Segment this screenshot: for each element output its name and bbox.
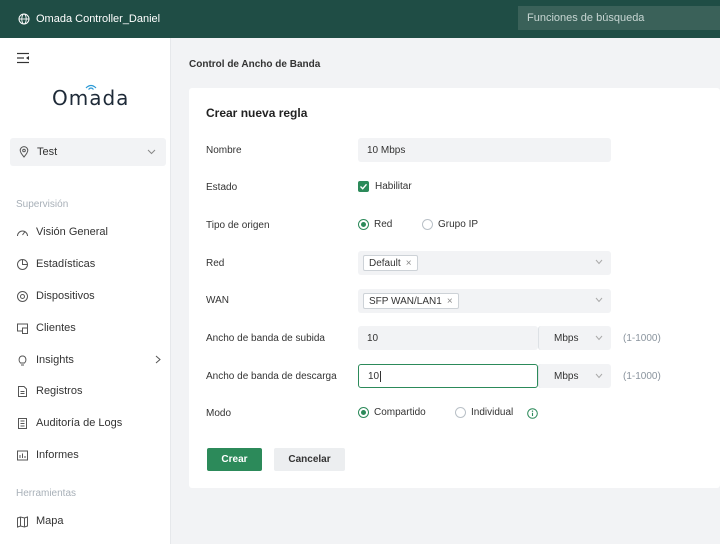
- collapse-menu-icon[interactable]: [16, 52, 30, 64]
- site-name: Test: [37, 146, 58, 158]
- source-type-radio-network[interactable]: Red: [358, 219, 392, 230]
- radio-label: Grupo IP: [438, 219, 479, 230]
- status-label: Estado: [206, 182, 238, 193]
- location-pin-icon: [19, 146, 29, 158]
- map-icon: [17, 515, 28, 528]
- globe-icon: [18, 13, 30, 25]
- site-selector[interactable]: Test: [10, 138, 166, 166]
- mode-radio-shared[interactable]: Compartido: [358, 407, 426, 418]
- upload-range: (1-1000): [623, 333, 661, 344]
- radio-label: Red: [374, 219, 393, 230]
- audit-log-icon: [18, 417, 27, 429]
- cancel-button[interactable]: Cancelar: [274, 448, 345, 471]
- chevron-down-icon: [595, 259, 603, 265]
- chevron-down-icon: [147, 149, 156, 155]
- radio-selected-icon: [358, 407, 369, 418]
- radio-unselected-icon: [455, 407, 466, 418]
- download-unit-value: Mbps: [554, 370, 579, 382]
- sidebar-item-reports[interactable]: Informes: [16, 445, 166, 465]
- wan-label: WAN: [206, 295, 229, 306]
- sidebar-item-label: Clientes: [36, 322, 76, 334]
- section-monitoring: Supervisión: [16, 199, 69, 210]
- lightbulb-icon: [18, 354, 27, 365]
- form-heading: Crear nueva regla: [206, 106, 308, 120]
- create-button[interactable]: Crear: [207, 448, 262, 471]
- page-title: Control de Ancho de Banda: [189, 59, 321, 70]
- download-range: (1-1000): [623, 371, 661, 382]
- download-unit-select[interactable]: Mbps: [538, 364, 611, 388]
- omada-logo: Omada: [52, 86, 130, 110]
- name-label: Nombre: [206, 145, 242, 156]
- sidebar-item-label: Mapa: [36, 515, 64, 527]
- wan-tag-text: SFP WAN/LAN1: [369, 295, 442, 307]
- sidebar-item-overview[interactable]: Visión General: [16, 222, 166, 242]
- source-type-radio-ip-group[interactable]: Grupo IP: [422, 219, 478, 230]
- sidebar-item-label: Visión General: [36, 226, 108, 238]
- sidebar-item-label: Dispositivos: [36, 290, 95, 302]
- remove-tag-icon[interactable]: ×: [447, 296, 453, 307]
- enable-label: Habilitar: [375, 181, 412, 192]
- radio-label: Compartido: [374, 407, 426, 418]
- section-tools: Herramientas: [16, 488, 77, 499]
- chevron-down-icon: [595, 373, 603, 379]
- sidebar-item-statistics[interactable]: Estadísticas: [16, 254, 166, 274]
- checkbox-checked-icon: [358, 181, 369, 192]
- network-tag-text: Default: [369, 257, 401, 269]
- sidebar-item-label: Estadísticas: [36, 258, 96, 270]
- upload-unit-select[interactable]: Mbps: [538, 326, 611, 350]
- radio-unselected-icon: [422, 219, 433, 230]
- upload-unit-value: Mbps: [554, 332, 579, 344]
- remove-tag-icon[interactable]: ×: [406, 258, 412, 269]
- network-select[interactable]: Default ×: [358, 251, 611, 275]
- text-cursor: [380, 370, 382, 382]
- download-label: Ancho de banda de descarga: [206, 371, 337, 382]
- sidebar-item-audit-logs[interactable]: Auditoría de Logs: [16, 413, 166, 433]
- sidebar-item-map[interactable]: Mapa: [16, 511, 166, 531]
- mode-label: Modo: [206, 408, 232, 419]
- controller-title: Omada Controller_Daniel: [36, 13, 161, 25]
- top-bar: Omada Controller_Daniel Funciones de bús…: [0, 0, 720, 38]
- chevron-down-icon: [595, 297, 603, 303]
- document-icon: [18, 385, 27, 397]
- chevron-right-icon: [155, 355, 161, 364]
- speedometer-icon: [17, 230, 28, 236]
- sidebar: Omada Test Supervisión Visión General Es…: [0, 38, 171, 544]
- search-input[interactable]: Funciones de búsqueda: [518, 6, 720, 30]
- mode-radio-individual[interactable]: Individual: [455, 407, 513, 418]
- sidebar-item-devices[interactable]: Dispositivos: [16, 286, 166, 306]
- sidebar-item-label: Informes: [36, 449, 79, 461]
- radio-label: Individual: [471, 407, 514, 418]
- enable-checkbox[interactable]: Habilitar: [358, 181, 412, 192]
- upload-label: Ancho de banda de subida: [206, 333, 325, 344]
- sidebar-item-logs[interactable]: Registros: [16, 381, 166, 401]
- name-input[interactable]: 10 Mbps: [358, 138, 611, 162]
- source-type-label: Tipo de origen: [206, 220, 270, 231]
- download-input[interactable]: 10: [358, 364, 538, 388]
- sidebar-item-label: Auditoría de Logs: [36, 417, 123, 429]
- page-header: Control de Ancho de Banda: [171, 38, 720, 88]
- chevron-down-icon: [595, 335, 603, 341]
- sidebar-item-clients[interactable]: Clientes: [16, 318, 166, 338]
- pie-chart-icon: [17, 258, 28, 270]
- wan-select[interactable]: SFP WAN/LAN1 ×: [358, 289, 611, 313]
- report-icon: [17, 450, 28, 460]
- create-rule-card: Crear nueva regla Nombre 10 Mbps Estado …: [189, 88, 720, 488]
- download-value: 10: [368, 370, 380, 382]
- network-tag: Default ×: [363, 255, 418, 271]
- radio-selected-icon: [358, 219, 369, 230]
- devices-icon: [17, 290, 28, 302]
- sidebar-item-label: Insights: [36, 354, 74, 366]
- wan-tag: SFP WAN/LAN1 ×: [363, 293, 459, 309]
- clients-icon: [17, 323, 28, 334]
- upload-input[interactable]: 10: [358, 326, 538, 350]
- sidebar-item-insights[interactable]: Insights: [16, 350, 166, 370]
- network-label: Red: [206, 258, 225, 269]
- sidebar-item-label: Registros: [36, 385, 83, 397]
- info-icon[interactable]: [527, 408, 538, 419]
